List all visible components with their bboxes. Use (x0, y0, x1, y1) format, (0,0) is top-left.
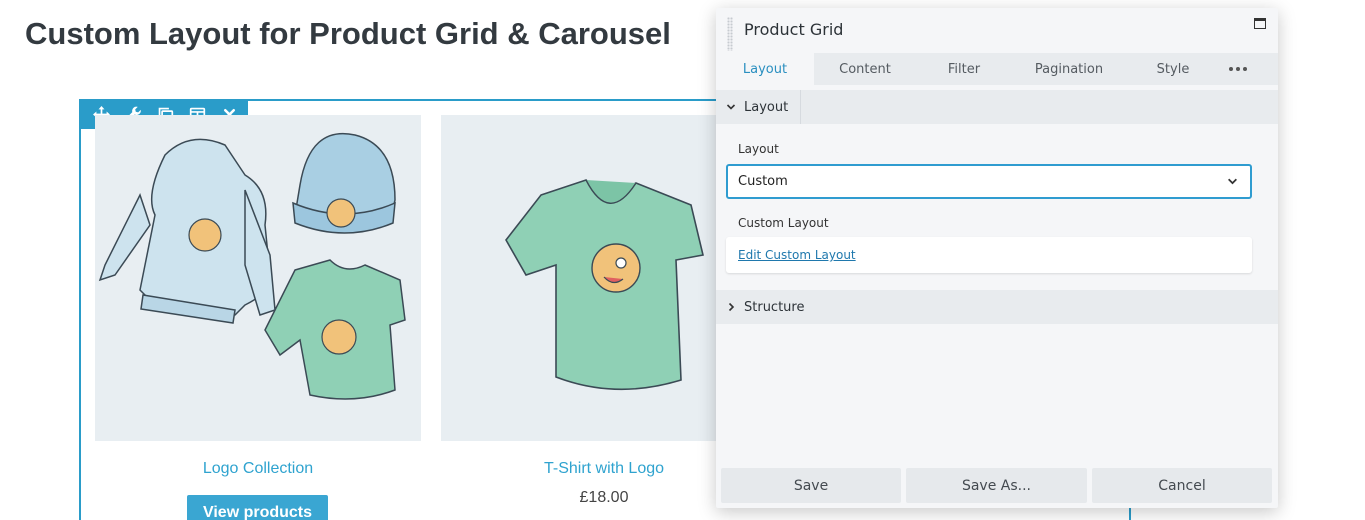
layout-section-bar: Layout (716, 90, 1278, 124)
chevron-right-icon (728, 302, 735, 312)
save-button[interactable]: Save (721, 468, 901, 503)
chevron-down-icon (726, 104, 736, 110)
product-image[interactable] (95, 115, 421, 441)
product-title[interactable]: Logo Collection (95, 460, 421, 478)
layout-section-toggle[interactable]: Layout (716, 90, 802, 124)
page-title: Custom Layout for Product Grid & Carouse… (25, 16, 671, 51)
chevron-down-icon (1228, 178, 1237, 185)
panel-tabs: Layout Content Filter Pagination Style (716, 53, 1278, 85)
drag-handle[interactable] (727, 17, 733, 51)
structure-section-bar[interactable]: Structure (716, 290, 1278, 324)
custom-layout-box: Edit Custom Layout (726, 237, 1252, 273)
tab-style[interactable]: Style (1126, 53, 1220, 85)
panel-title: Product Grid (744, 20, 844, 39)
tab-pagination[interactable]: Pagination (1012, 53, 1126, 85)
layout-select-value: Custom (738, 174, 788, 189)
view-products-button[interactable]: View products (187, 495, 328, 520)
tab-filter[interactable]: Filter (916, 53, 1012, 85)
save-as-button[interactable]: Save As... (906, 468, 1087, 503)
edit-custom-layout-link[interactable]: Edit Custom Layout (738, 248, 856, 262)
structure-section-toggle[interactable]: Structure (716, 290, 816, 324)
cancel-button[interactable]: Cancel (1092, 468, 1272, 503)
tab-content[interactable]: Content (814, 53, 916, 85)
layout-select[interactable]: Custom (726, 164, 1252, 199)
section-label: Layout (744, 99, 789, 115)
layout-field-label: Layout (738, 142, 779, 156)
custom-layout-label: Custom Layout (738, 216, 829, 230)
section-label: Structure (744, 299, 805, 315)
maximize-icon[interactable] (1254, 18, 1266, 29)
more-tabs-icon[interactable] (1220, 53, 1256, 85)
settings-panel: Product Grid Layout Content Filter Pagin… (716, 8, 1278, 508)
hoodie-hat-tshirt-illustration (98, 132, 406, 400)
tab-layout[interactable]: Layout (716, 53, 814, 85)
